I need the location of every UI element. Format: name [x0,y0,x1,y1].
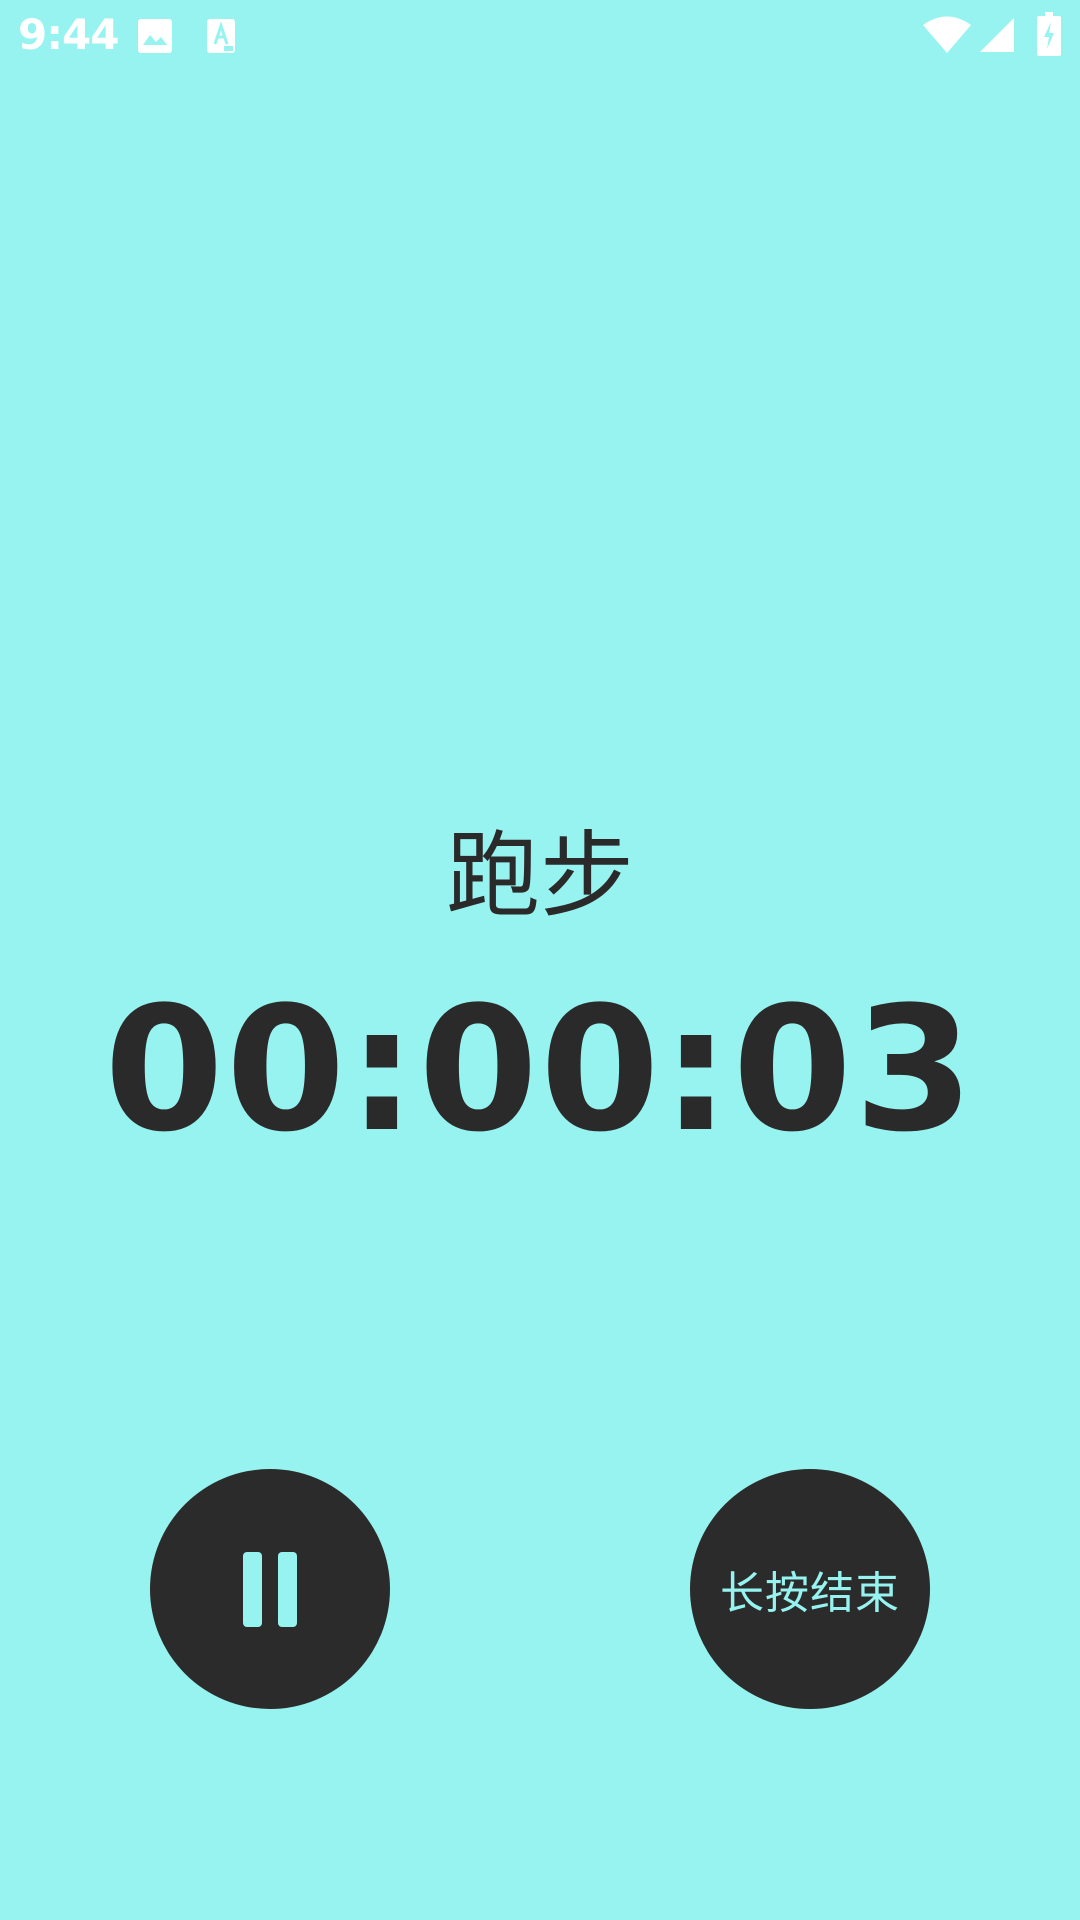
activity-title: 跑步 [445,822,634,931]
pause-bar-right [278,1551,297,1627]
pause-bar-left [243,1551,262,1627]
status-time: 9:44 [18,10,119,59]
cell-signal-icon [980,18,1014,52]
status-bar: 9:44 [0,0,1080,72]
font-notification-icon [207,19,235,53]
image-notification-icon [138,19,172,53]
battery-charging-icon [1037,12,1061,56]
wifi-icon [923,16,971,53]
end-button-label: 长按结束 [720,1568,900,1619]
long-press-end-button[interactable]: 长按结束 [690,1469,930,1709]
pause-button[interactable] [150,1469,390,1709]
timer-display: 00:00:03 [104,969,976,1170]
pause-icon [243,1551,297,1627]
